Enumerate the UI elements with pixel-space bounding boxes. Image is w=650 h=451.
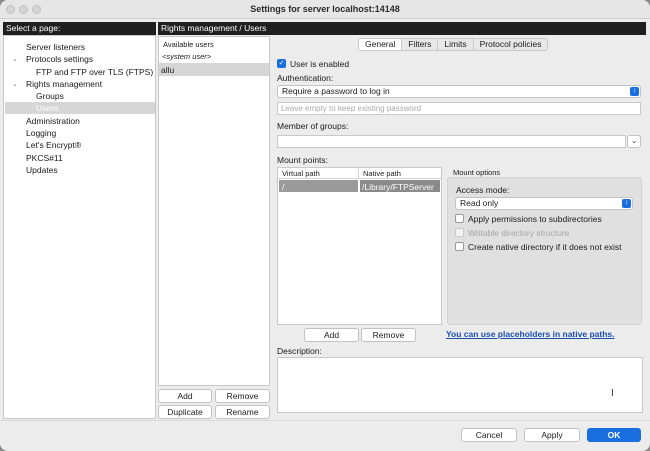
rename-user-button[interactable]: Rename [215, 405, 270, 419]
tree-item-rights-management[interactable]: Rights management [26, 79, 102, 89]
user-enabled-checkbox[interactable]: ✓ [277, 59, 286, 68]
authentication-select[interactable]: Require a password to log in ↕ [277, 85, 641, 98]
tree-item-protocols-settings[interactable]: Protocols settings [26, 54, 93, 64]
tree-item-pkcs11[interactable]: PKCS#11 [26, 153, 63, 163]
chevron-updown-icon: ↕ [622, 199, 631, 208]
member-groups-dropdown-button[interactable]: ⌄ [627, 135, 641, 148]
ok-button[interactable]: OK [587, 428, 641, 442]
access-mode-value: Read only [460, 198, 499, 208]
apply-button[interactable]: Apply [524, 428, 580, 442]
column-divider [358, 168, 359, 179]
writable-structure-label: Writable directory structure [468, 228, 570, 238]
tree-item-groups[interactable]: Groups [36, 91, 64, 101]
apply-permissions-checkbox[interactable] [455, 214, 464, 223]
text-cursor-icon: I [611, 388, 614, 399]
user-enabled-label: User is enabled [290, 59, 350, 69]
mount-remove-button[interactable]: Remove [361, 328, 416, 342]
main-header: Rights management / Users [158, 22, 646, 35]
tree-item-updates[interactable]: Updates [26, 165, 58, 175]
tab-bar: General Filters Limits Protocol policies [358, 38, 549, 51]
table-cell-native[interactable]: /Library/FTPServer [360, 180, 440, 192]
mount-add-button[interactable]: Add [304, 328, 359, 342]
users-list-header: Available users [163, 40, 214, 49]
table-cell-virtual[interactable]: / [279, 180, 358, 192]
mount-points-table: Virtual path Native path / /Library/FTPS… [277, 167, 442, 325]
column-native-path[interactable]: Native path [363, 169, 401, 178]
column-virtual-path[interactable]: Virtual path [282, 169, 320, 178]
settings-window: Settings for server localhost:14148 Sele… [0, 0, 650, 451]
table-header: Virtual path Native path [278, 168, 441, 179]
page-select-header: Select a page: [3, 22, 156, 35]
authentication-label: Authentication: [277, 73, 334, 83]
tree-item-logging[interactable]: Logging [26, 128, 56, 138]
placeholders-link[interactable]: You can use placeholders in native paths… [446, 329, 614, 339]
tab-general[interactable]: General [359, 39, 403, 50]
tree-selection-highlight [5, 102, 155, 114]
chevron-down-icon[interactable]: ⌄ [12, 55, 18, 63]
tree-item-lets-encrypt[interactable]: Let's Encrypt® [26, 140, 81, 150]
virtual-path-value: / [282, 182, 285, 192]
access-mode-select[interactable]: Read only ↕ [455, 197, 633, 210]
description-field[interactable]: I [277, 357, 643, 413]
apply-permissions-label: Apply permissions to subdirectories [468, 214, 602, 224]
mount-points-label: Mount points: [277, 155, 329, 165]
chevron-down-icon[interactable]: ⌄ [12, 80, 18, 88]
remove-user-button[interactable]: Remove [215, 389, 270, 403]
writable-structure-checkbox[interactable] [455, 228, 464, 237]
description-label: Description: [277, 346, 322, 356]
member-of-groups-label: Member of groups: [277, 121, 349, 131]
create-native-dir-checkbox[interactable] [455, 242, 464, 251]
mount-options-title: Mount options [453, 168, 501, 177]
users-list: Available users <system user> allu [158, 36, 270, 386]
list-item-system-user[interactable]: <system user> [162, 52, 211, 61]
access-mode-label: Access mode: [456, 185, 510, 195]
table-row[interactable]: / /Library/FTPServer [279, 180, 440, 192]
member-groups-field[interactable] [277, 135, 626, 148]
tab-filters[interactable]: Filters [402, 39, 439, 50]
chevron-updown-icon: ↕ [630, 87, 639, 96]
duplicate-user-button[interactable]: Duplicate [158, 405, 212, 419]
list-item-selected[interactable]: allu [159, 63, 269, 76]
tab-limits[interactable]: Limits [438, 39, 474, 50]
title-bar: Settings for server localhost:14148 [0, 0, 650, 19]
window-title: Settings for server localhost:14148 [250, 4, 400, 14]
tree-item-server-listeners[interactable]: Server listeners [26, 42, 85, 52]
cancel-button[interactable]: Cancel [461, 428, 517, 442]
page-tree: Server listeners ⌄ Protocols settings FT… [3, 35, 156, 419]
tree-item-users[interactable]: Users [36, 103, 58, 113]
tree-item-ftp-ftps[interactable]: FTP and FTP over TLS (FTPS) [36, 67, 153, 77]
password-field[interactable]: Leave empty to keep existing password [277, 102, 641, 115]
list-item-allu: allu [161, 65, 175, 75]
tab-protocol-policies[interactable]: Protocol policies [474, 39, 548, 50]
add-user-button[interactable]: Add [158, 389, 212, 403]
native-path-value: /Library/FTPServer [362, 182, 434, 192]
tree-item-administration[interactable]: Administration [26, 116, 80, 126]
authentication-value: Require a password to log in [282, 86, 390, 96]
create-native-dir-label: Create native directory if it does not e… [468, 242, 622, 252]
